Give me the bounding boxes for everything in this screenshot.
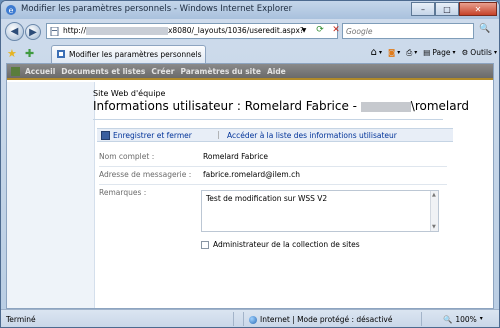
home-button[interactable]: ⌂ ▾	[371, 47, 382, 58]
address-bar[interactable]: http://x8080/_layouts/1036/useredit.aspx…	[46, 23, 338, 39]
scroll-up-icon[interactable]: ▲	[432, 192, 436, 198]
url-redacted-host	[85, 27, 168, 35]
search-box[interactable]	[342, 23, 474, 39]
browser-window: e Modifier les paramètres personnels - W…	[0, 0, 500, 328]
zoom-control[interactable]: 🔍 100% ▾	[443, 315, 483, 324]
command-bar: ⌂ ▾ ◙ ▾ ⎙ ▾ ▤ Page ▾ ⚙ Outils ▾	[371, 47, 497, 58]
security-zone[interactable]: Internet | Mode protégé : désactivé	[249, 315, 392, 324]
back-button[interactable]: ◀	[5, 22, 24, 41]
redacted-domain	[360, 101, 411, 112]
page-menu[interactable]: ▤ Page ▾	[423, 48, 455, 57]
print-button[interactable]: ⎙ ▾	[406, 48, 417, 58]
nav-site-settings[interactable]: Paramètres du site	[180, 67, 261, 76]
tab-row: ★ ✚ Modifier les paramètres personnels ⌂…	[1, 43, 499, 63]
favorites-star-icon[interactable]: ★	[7, 47, 17, 60]
printer-icon: ⎙	[406, 47, 413, 57]
nav-home[interactable]: Accueil	[25, 67, 55, 76]
form-toolbar: Enregistrer et fermer | Accéder à la lis…	[97, 128, 453, 142]
stop-icon[interactable]: ✕	[330, 23, 342, 37]
search-icon[interactable]: 🔍	[479, 24, 490, 34]
nav-documents-lists[interactable]: Documents et listes	[61, 67, 145, 76]
site-name[interactable]: Site Web d'équipe	[93, 89, 165, 98]
tab-current[interactable]: Modifier les paramètres personnels	[51, 45, 206, 63]
nav-help[interactable]: Aide	[267, 67, 286, 76]
address-row: ◀ ▶ http://x8080/_layouts/1036/useredit.…	[1, 19, 499, 43]
svg-text:e: e	[9, 6, 14, 15]
admin-checkbox[interactable]	[201, 240, 209, 249]
full-name-label: Nom complet :	[99, 152, 155, 161]
close-button[interactable]: ✕	[459, 2, 497, 16]
search-input[interactable]	[343, 24, 453, 38]
sharepoint-page-icon	[57, 50, 65, 58]
internet-explorer-icon: e	[6, 5, 16, 15]
user-info-list-link[interactable]: Accéder à la liste des informations util…	[227, 131, 397, 140]
window-title: Modifier les paramètres personnels - Win…	[21, 4, 293, 14]
window-controls: – □ ✕	[411, 2, 497, 17]
email-label: Adresse de messagerie :	[99, 170, 192, 179]
nav-create[interactable]: Créer	[151, 67, 174, 76]
page-menu-icon: ▤	[423, 48, 431, 57]
tab-label: Modifier les paramètres personnels	[69, 50, 202, 59]
gear-icon: ⚙	[461, 48, 469, 57]
page-content: Accueil Documents et listes Créer Paramè…	[6, 63, 494, 309]
forward-button[interactable]: ▶	[25, 24, 41, 40]
address-buttons: ▼ ⟳ ✕	[298, 23, 342, 37]
dropdown-icon[interactable]: ▼	[298, 23, 310, 37]
save-icon	[101, 131, 110, 140]
rss-icon: ◙	[387, 48, 396, 57]
save-and-close-link[interactable]: Enregistrer et fermer	[113, 131, 192, 140]
admin-checkbox-label: Administrateur de la collection de sites	[213, 240, 360, 249]
sharepoint-logo-icon	[11, 67, 20, 76]
status-bar: Terminé Internet | Mode protégé : désact…	[1, 309, 499, 327]
email-value: fabrice.romelard@ilem.ch	[203, 170, 300, 179]
title-bar: e Modifier les paramètres personnels - W…	[1, 1, 499, 19]
page-icon	[50, 27, 59, 36]
status-text: Terminé	[6, 315, 36, 324]
remarks-value: Test de modification sur WSS V2	[206, 194, 328, 203]
full-name-value: Romelard Fabrice	[203, 152, 269, 161]
scroll-down-icon[interactable]: ▼	[432, 224, 436, 230]
url-text: http://x8080/_layouts/1036/useredit.aspx…	[63, 26, 304, 35]
forward-arrow-icon: ▶	[29, 26, 37, 38]
page-title: Informations utilisateur : Romelard Fabr…	[93, 99, 469, 113]
admin-checkbox-row: Administrateur de la collection de sites	[201, 240, 360, 249]
globe-icon	[249, 315, 257, 324]
remarks-scrollbar[interactable]: ▲ ▼	[430, 191, 438, 231]
top-nav-links: Accueil Documents et listes Créer Paramè…	[25, 67, 286, 76]
remarks-label: Remarques :	[99, 188, 147, 197]
maximize-button[interactable]: □	[435, 2, 459, 16]
back-arrow-icon: ◀	[10, 26, 19, 37]
top-navigation: Accueil Documents et listes Créer Paramè…	[7, 64, 493, 80]
tools-menu[interactable]: ⚙ Outils ▾	[462, 48, 497, 57]
add-favorite-icon[interactable]: ✚	[25, 47, 34, 60]
title-divider	[93, 119, 443, 120]
zoom-icon: 🔍	[443, 315, 453, 324]
toolbar-separator: |	[217, 130, 220, 139]
minimize-button[interactable]: –	[411, 2, 435, 16]
home-icon: ⌂	[370, 47, 377, 58]
left-sidebar	[7, 82, 95, 308]
refresh-icon[interactable]: ⟳	[314, 23, 326, 37]
feeds-button[interactable]: ◙ ▾	[388, 48, 400, 57]
remarks-textarea[interactable]: Test de modification sur WSS V2 ▲ ▼	[201, 190, 439, 232]
